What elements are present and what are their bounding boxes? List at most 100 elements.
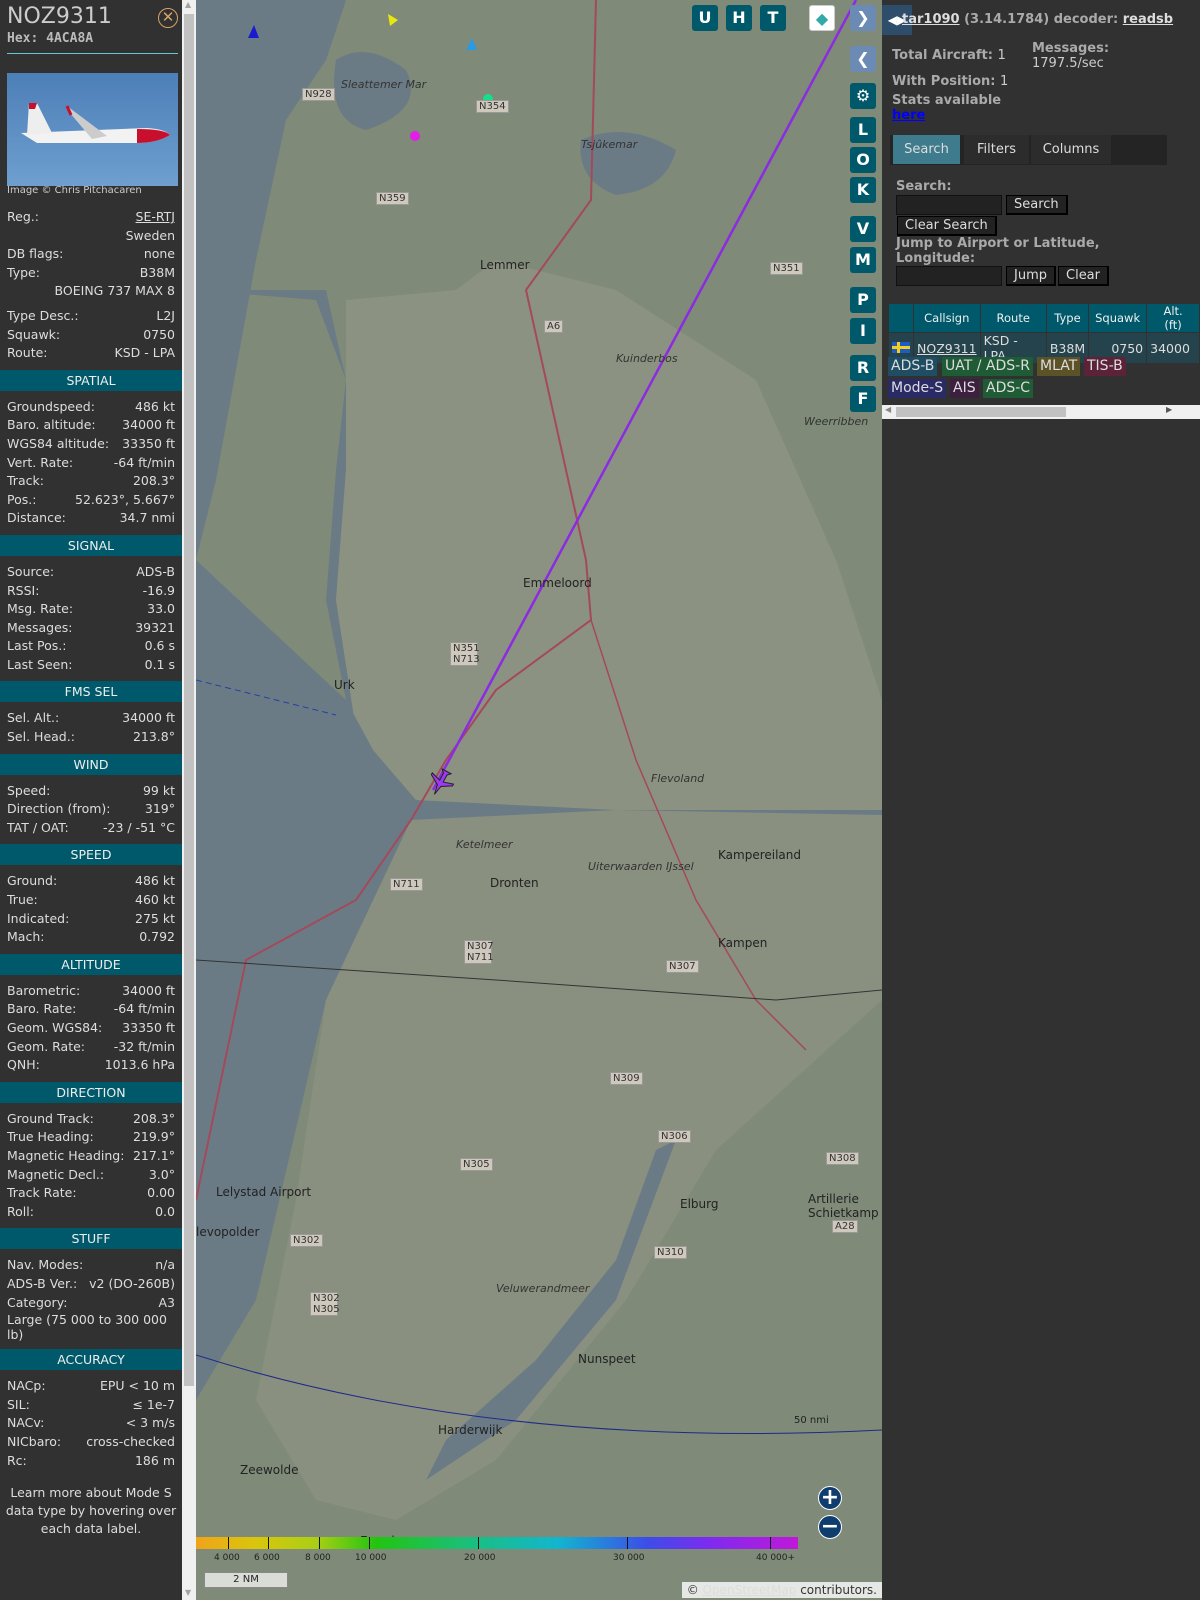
row-label[interactable]: NICbaro:	[7, 1433, 61, 1452]
map-button-o[interactable]: O	[850, 147, 876, 173]
row-label[interactable]: Ground:	[7, 872, 57, 891]
osm-link[interactable]: OpenStreetMap	[703, 1583, 797, 1597]
row-label[interactable]: Category:	[7, 1294, 67, 1313]
town-label: Zeewolde	[240, 1463, 299, 1477]
collapse-left-icon[interactable]: ❮	[850, 46, 876, 72]
map-button-t[interactable]: T	[760, 5, 786, 31]
map[interactable]: Lemmer Emmeloord Urk Dronten Kampen Elburg Har…	[196, 0, 882, 1600]
row-value: ADS-B	[136, 563, 175, 579]
col-flag[interactable]	[889, 304, 913, 332]
row-label[interactable]: Ground Track:	[7, 1110, 94, 1129]
row-label[interactable]: Magnetic Decl.:	[7, 1166, 104, 1185]
tar1090-link[interactable]: tar1090	[902, 12, 960, 27]
source-filter-mode-s[interactable]: Mode-S	[888, 379, 947, 398]
tab-filters[interactable]: Filters	[964, 135, 1029, 164]
row-label[interactable]: Baro. Rate:	[7, 1000, 76, 1019]
row-label[interactable]: Msg. Rate:	[7, 600, 73, 619]
table-horizontal-scrollbar[interactable]: ◀ ▶	[882, 405, 1200, 419]
registration-link[interactable]: SE-RTJ	[136, 208, 175, 227]
map-button-k[interactable]: K	[850, 177, 876, 203]
row-label[interactable]: Distance:	[7, 509, 66, 528]
row-label[interactable]: Roll:	[7, 1203, 34, 1222]
search-button[interactable]: Search	[1006, 195, 1068, 215]
row-label[interactable]: Track Rate:	[7, 1184, 77, 1203]
col-type[interactable]: Type	[1046, 304, 1089, 332]
decoder-link[interactable]: readsb	[1123, 12, 1173, 27]
row-label[interactable]: Vert. Rate:	[7, 454, 73, 473]
row-label[interactable]: Sel. Alt.:	[7, 709, 59, 728]
map-button-u[interactable]: U	[692, 5, 718, 31]
close-icon[interactable]: ✕	[158, 8, 178, 28]
stats-link[interactable]: here	[892, 108, 925, 123]
map-button-f[interactable]: F	[850, 386, 876, 412]
row-label[interactable]: Source:	[7, 563, 54, 582]
detail-row: Groundspeed: 486 kt	[0, 398, 182, 417]
source-filter-ads-c[interactable]: ADS-C	[983, 379, 1034, 398]
row-label[interactable]: SIL:	[7, 1396, 30, 1415]
row-label[interactable]: True:	[7, 891, 38, 910]
zoom-out-icon[interactable]: −	[818, 1515, 842, 1539]
col-altitude[interactable]: Alt. (ft)	[1147, 304, 1199, 332]
row-label[interactable]: Last Seen:	[7, 656, 72, 675]
map-button-p[interactable]: P	[850, 287, 876, 313]
source-filter-tis-b[interactable]: TIS-B	[1084, 357, 1126, 376]
row-label[interactable]: ADS-B Ver.:	[7, 1275, 77, 1294]
settings-gear-icon[interactable]: ⚙	[850, 83, 876, 109]
source-filter-ais[interactable]: AIS	[950, 379, 979, 398]
row-label[interactable]: Speed:	[7, 782, 50, 801]
callsign-link[interactable]: NOZ9311	[917, 341, 977, 356]
row-label[interactable]: Barometric:	[7, 982, 80, 1001]
col-callsign[interactable]: Callsign	[914, 304, 980, 332]
row-label[interactable]: Last Pos.:	[7, 637, 66, 656]
map-button-h[interactable]: H	[726, 5, 752, 31]
row-label[interactable]: Nav. Modes:	[7, 1256, 83, 1275]
row-label[interactable]: Indicated:	[7, 910, 69, 929]
col-squawk[interactable]: Squawk	[1089, 304, 1147, 332]
row-label[interactable]: TAT / OAT:	[7, 819, 69, 838]
layers-icon[interactable]: ◆	[809, 5, 835, 31]
row-label[interactable]: Baro. altitude:	[7, 416, 96, 435]
map-button-r[interactable]: R	[850, 355, 876, 381]
row-value: 34000 ft	[122, 710, 175, 726]
row-label[interactable]: Pos.:	[7, 491, 36, 510]
tab-search[interactable]: Search	[893, 135, 960, 164]
row-value: 0.0	[155, 1203, 175, 1219]
town-label: Lelystad Airport	[216, 1185, 312, 1199]
row-label[interactable]: True Heading:	[7, 1128, 94, 1147]
row-label[interactable]: Geom. WGS84:	[7, 1019, 102, 1038]
search-input[interactable]	[896, 195, 1002, 215]
zoom-in-icon[interactable]: +	[818, 1486, 842, 1510]
left-panel-scrollbar[interactable]: ▲ ▼	[182, 0, 196, 1600]
jump-input[interactable]	[896, 266, 1002, 286]
row-label[interactable]: NACv:	[7, 1414, 44, 1433]
tab-columns[interactable]: Columns	[1031, 135, 1111, 164]
expand-right-icon[interactable]: ❯	[850, 5, 876, 31]
row-value: n/a	[155, 1257, 175, 1273]
row-label[interactable]: RSSI:	[7, 582, 39, 601]
clear-search-button[interactable]: Clear Search	[897, 216, 997, 236]
row-label[interactable]: Messages:	[7, 619, 73, 638]
row-label[interactable]: Direction (from):	[7, 800, 111, 819]
row-label[interactable]: WGS84 altitude:	[7, 435, 109, 454]
map-button-l[interactable]: L	[850, 117, 876, 143]
row-label[interactable]: Geom. Rate:	[7, 1038, 85, 1057]
source-filter-uat-ads-r[interactable]: UAT / ADS-R	[942, 357, 1033, 376]
detail-row: WGS84 altitude: 33350 ft	[0, 435, 182, 454]
aircraft-photo[interactable]	[7, 73, 178, 186]
row-label[interactable]: Rc:	[7, 1452, 27, 1471]
row-label[interactable]: Magnetic Heading:	[7, 1147, 124, 1166]
col-route[interactable]: Route	[980, 304, 1046, 332]
row-label[interactable]: Groundspeed:	[7, 398, 95, 417]
source-filter-mlat[interactable]: MLAT	[1037, 357, 1081, 376]
clear-button[interactable]: Clear	[1058, 266, 1109, 286]
map-button-i[interactable]: I	[850, 318, 876, 344]
source-filter-ads-b[interactable]: ADS-B	[888, 357, 938, 376]
row-label[interactable]: Mach:	[7, 928, 44, 947]
map-button-m[interactable]: M	[850, 247, 876, 273]
row-label[interactable]: NACp:	[7, 1377, 46, 1396]
row-label[interactable]: Sel. Head.:	[7, 728, 75, 747]
map-button-v[interactable]: V	[850, 216, 876, 242]
row-label[interactable]: Track:	[7, 472, 44, 491]
row-label[interactable]: QNH:	[7, 1056, 40, 1075]
jump-button[interactable]: Jump	[1006, 266, 1056, 286]
